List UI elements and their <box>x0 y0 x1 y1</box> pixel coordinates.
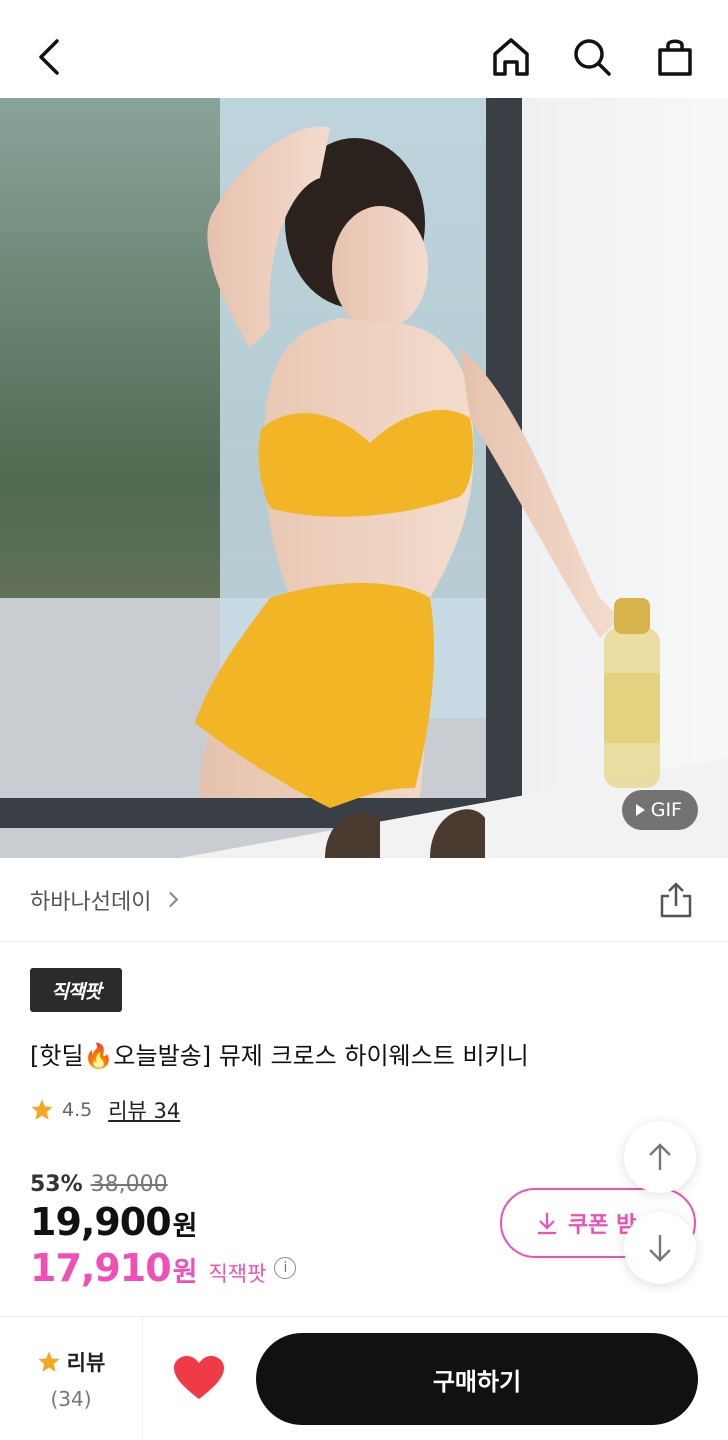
share-button[interactable] <box>658 880 694 920</box>
star-icon <box>31 1099 53 1120</box>
wishlist-button[interactable] <box>172 1355 226 1401</box>
sale-price: 19,900원 <box>30 1200 198 1244</box>
back-button[interactable] <box>22 29 78 85</box>
scroll-top-button[interactable] <box>624 1121 696 1193</box>
chevron-right-icon <box>163 891 179 908</box>
product-title: [핫딜🔥오늘발송] 뮤제 크로스 하이웨스트 비키니 <box>30 1042 529 1070</box>
info-icon[interactable]: i <box>274 1257 297 1279</box>
review-link[interactable]: 리뷰 34 <box>108 1095 180 1125</box>
share-icon <box>660 882 692 918</box>
buy-button[interactable]: 구매하기 <box>256 1333 698 1425</box>
bottom-review-button[interactable]: 리뷰 (34) <box>0 1317 143 1440</box>
cart-button[interactable] <box>647 29 703 85</box>
bottom-review-label: 리뷰 <box>66 1351 106 1375</box>
search-button[interactable] <box>564 29 620 85</box>
special-price-value: 17,910 <box>30 1246 172 1290</box>
bottom-review-count: (34) <box>50 1387 92 1411</box>
gif-label: GIF <box>650 799 682 821</box>
bottom-action-bar: 리뷰 (34) 구매하기 <box>0 1316 728 1440</box>
star-icon <box>38 1351 60 1372</box>
brand-row: 하바나선데이 <box>0 858 728 942</box>
search-icon <box>574 39 611 76</box>
rating-value: 4.5 <box>62 1099 93 1121</box>
special-currency: 원 <box>172 1257 198 1288</box>
top-nav <box>0 0 728 98</box>
heart-icon <box>174 1356 224 1399</box>
currency: 원 <box>172 1211 198 1242</box>
bottom-review-top: 리뷰 <box>37 1347 106 1377</box>
gif-play-button[interactable]: GIF <box>621 790 698 830</box>
download-icon <box>538 1213 556 1235</box>
original-price: 38,000 <box>90 1172 168 1197</box>
special-price-label: 직잭팟 <box>208 1262 267 1286</box>
arrow-up-icon <box>649 1143 671 1170</box>
special-price-row: 17,910원 직잭팟 i <box>30 1246 297 1290</box>
arrow-down-icon <box>649 1235 671 1262</box>
product-image[interactable]: GIF <box>0 98 728 858</box>
special-price: 17,910원 <box>30 1246 198 1290</box>
discount-rate: 53% <box>30 1172 83 1197</box>
scroll-bottom-button[interactable] <box>624 1212 696 1284</box>
product-photo <box>0 98 728 858</box>
sale-price-value: 19,900 <box>30 1200 172 1244</box>
play-icon <box>635 804 645 816</box>
home-button[interactable] <box>483 29 539 85</box>
discount-row: 53% 38,000 <box>30 1172 168 1197</box>
brand-name-link[interactable]: 하바나선데이 <box>30 884 151 916</box>
chevron-left-icon <box>39 39 59 75</box>
jjackpot-badge: 직잭팟 <box>30 968 122 1012</box>
home-icon <box>493 38 529 76</box>
rating-row: 4.5 리뷰 34 <box>30 1096 180 1124</box>
shopping-bag-icon <box>658 39 692 76</box>
